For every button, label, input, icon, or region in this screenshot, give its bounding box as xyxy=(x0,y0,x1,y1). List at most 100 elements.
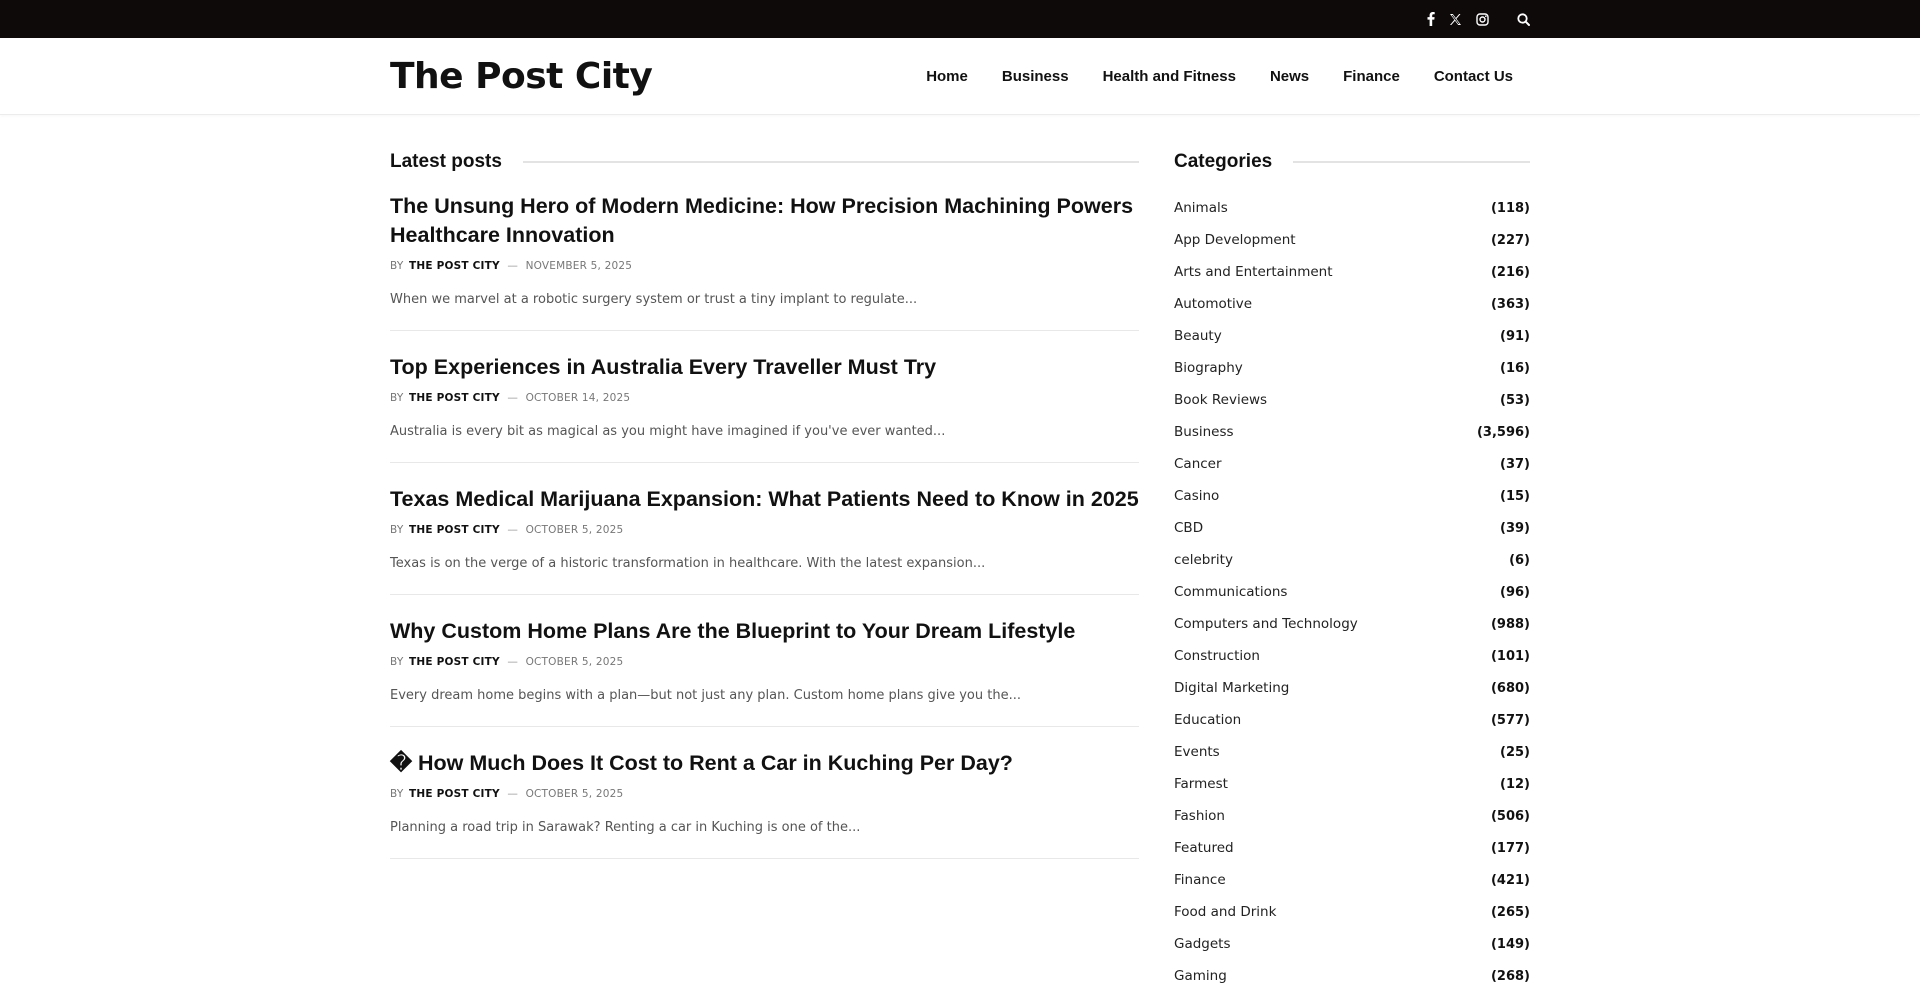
search-icon[interactable] xyxy=(1517,12,1530,26)
post-by-label: BY xyxy=(390,524,404,536)
category-name[interactable]: Gadgets xyxy=(1174,936,1231,952)
site-logo[interactable]: The Post City xyxy=(390,56,653,97)
category-name[interactable]: Events xyxy=(1174,744,1220,760)
category-name[interactable]: Automotive xyxy=(1174,296,1252,312)
post-author[interactable]: THE POST CITY xyxy=(409,260,500,272)
x-twitter-icon[interactable] xyxy=(1449,13,1462,26)
category-name[interactable]: celebrity xyxy=(1174,552,1233,568)
category-item[interactable]: celebrity (6) xyxy=(1174,544,1530,576)
category-name[interactable]: Construction xyxy=(1174,648,1260,664)
category-item[interactable]: Business (3,596) xyxy=(1174,416,1530,448)
category-item[interactable]: Beauty (91) xyxy=(1174,320,1530,352)
category-name[interactable]: Featured xyxy=(1174,840,1234,856)
category-name[interactable]: Book Reviews xyxy=(1174,392,1267,408)
category-name[interactable]: Animals xyxy=(1174,200,1228,216)
category-item[interactable]: Education (577) xyxy=(1174,704,1530,736)
category-item[interactable]: Featured (177) xyxy=(1174,832,1530,864)
category-count: (216) xyxy=(1490,264,1530,280)
category-item[interactable]: Biography (16) xyxy=(1174,352,1530,384)
post-title[interactable]: Why Custom Home Plans Are the Blueprint … xyxy=(390,617,1139,646)
post-excerpt: Planning a road trip in Sarawak? Renting… xyxy=(390,820,861,835)
category-item[interactable]: Events (25) xyxy=(1174,736,1530,768)
category-item[interactable]: Automotive (363) xyxy=(1174,288,1530,320)
category-item[interactable]: Digital Marketing (680) xyxy=(1174,672,1530,704)
category-count: (12) xyxy=(1500,776,1530,792)
post-title[interactable]: Top Experiences in Australia Every Trave… xyxy=(390,353,1139,382)
category-count: (16) xyxy=(1500,360,1530,376)
post-date: OCTOBER 5, 2025 xyxy=(525,656,624,668)
nav-news[interactable]: News xyxy=(1270,68,1309,85)
category-name[interactable]: Communications xyxy=(1174,584,1287,600)
category-name[interactable]: Digital Marketing xyxy=(1174,680,1289,696)
category-name[interactable]: App Development xyxy=(1174,232,1296,248)
category-item[interactable]: Fashion (506) xyxy=(1174,800,1530,832)
category-name[interactable]: Biography xyxy=(1174,360,1243,376)
category-count: (118) xyxy=(1490,200,1530,216)
post-item: Texas Medical Marijuana Expansion: What … xyxy=(390,485,1139,595)
category-item[interactable]: App Development (227) xyxy=(1174,224,1530,256)
category-item[interactable]: CBD (39) xyxy=(1174,512,1530,544)
category-item[interactable]: Gaming (268) xyxy=(1174,960,1530,992)
category-name[interactable]: Gaming xyxy=(1174,968,1227,984)
category-count: (577) xyxy=(1490,712,1530,728)
category-name[interactable]: Fashion xyxy=(1174,808,1225,824)
category-name[interactable]: Arts and Entertainment xyxy=(1174,264,1333,280)
category-count: (3,596) xyxy=(1476,424,1530,440)
category-count: (37) xyxy=(1500,456,1530,472)
post-date: NOVEMBER 5, 2025 xyxy=(525,260,633,272)
category-item[interactable]: Gadgets (149) xyxy=(1174,928,1530,960)
post-author[interactable]: THE POST CITY xyxy=(409,392,500,404)
post-author[interactable]: THE POST CITY xyxy=(409,524,500,536)
category-item[interactable]: Casino (15) xyxy=(1174,480,1530,512)
nav-finance[interactable]: Finance xyxy=(1343,68,1400,85)
nav-business[interactable]: Business xyxy=(1002,68,1069,85)
post-title[interactable]: Texas Medical Marijuana Expansion: What … xyxy=(390,485,1139,514)
category-name[interactable]: Cancer xyxy=(1174,456,1222,472)
category-count: (988) xyxy=(1490,616,1530,632)
category-count: (96) xyxy=(1500,584,1530,600)
post-excerpt: Australia is every bit as magical as you… xyxy=(390,424,946,439)
category-name[interactable]: Food and Drink xyxy=(1174,904,1276,920)
post-excerpt: Texas is on the verge of a historic tran… xyxy=(390,556,986,571)
category-item[interactable]: Cancer (37) xyxy=(1174,448,1530,480)
category-item[interactable]: Food and Drink (265) xyxy=(1174,896,1530,928)
post-author[interactable]: THE POST CITY xyxy=(409,656,500,668)
category-name[interactable]: Farmest xyxy=(1174,776,1228,792)
category-name[interactable]: Business xyxy=(1174,424,1234,440)
category-count: (227) xyxy=(1490,232,1530,248)
category-item[interactable]: Arts and Entertainment (216) xyxy=(1174,256,1530,288)
post-title[interactable]: The Unsung Hero of Modern Medicine: How … xyxy=(390,192,1139,250)
meta-separator: — xyxy=(507,392,519,404)
category-name[interactable]: Education xyxy=(1174,712,1241,728)
meta-separator: — xyxy=(507,524,519,536)
post-author[interactable]: THE POST CITY xyxy=(409,788,500,800)
divider xyxy=(522,161,1139,163)
category-name[interactable]: Computers and Technology xyxy=(1174,616,1358,632)
nav-home[interactable]: Home xyxy=(926,68,968,85)
category-item[interactable]: Communications (96) xyxy=(1174,576,1530,608)
instagram-icon[interactable] xyxy=(1476,12,1489,26)
facebook-icon[interactable] xyxy=(1427,12,1435,26)
category-item[interactable]: Animals (118) xyxy=(1174,192,1530,224)
category-name[interactable]: Casino xyxy=(1174,488,1219,504)
widget-header: Categories xyxy=(1174,146,1530,178)
category-list: Animals (118) App Development (227) Arts a… xyxy=(1174,192,1530,992)
category-name[interactable]: CBD xyxy=(1174,520,1203,536)
widget-title: Categories xyxy=(1174,151,1273,172)
category-item[interactable]: Construction (101) xyxy=(1174,640,1530,672)
post-excerpt: When we marvel at a robotic surgery syst… xyxy=(390,292,918,307)
nav-health-and-fitness[interactable]: Health and Fitness xyxy=(1103,68,1236,85)
category-item[interactable]: Book Reviews (53) xyxy=(1174,384,1530,416)
category-item[interactable]: Computers and Technology (988) xyxy=(1174,608,1530,640)
category-item[interactable]: Finance (421) xyxy=(1174,864,1530,896)
category-name[interactable]: Finance xyxy=(1174,872,1226,888)
category-count: (268) xyxy=(1490,968,1530,984)
category-count: (25) xyxy=(1500,744,1530,760)
category-item[interactable]: Farmest (12) xyxy=(1174,768,1530,800)
site-header: The Post City Home Business Health and F… xyxy=(0,38,1920,115)
category-name[interactable]: Beauty xyxy=(1174,328,1222,344)
nav-contact-us[interactable]: Contact Us xyxy=(1434,68,1513,85)
post-title[interactable]: � How Much Does It Cost to Rent a Car in… xyxy=(390,749,1139,778)
post-meta: BY THE POST CITY — OCTOBER 5, 2025 xyxy=(390,524,1139,536)
main-nav: Home Business Health and Fitness News Fi… xyxy=(892,68,1513,85)
